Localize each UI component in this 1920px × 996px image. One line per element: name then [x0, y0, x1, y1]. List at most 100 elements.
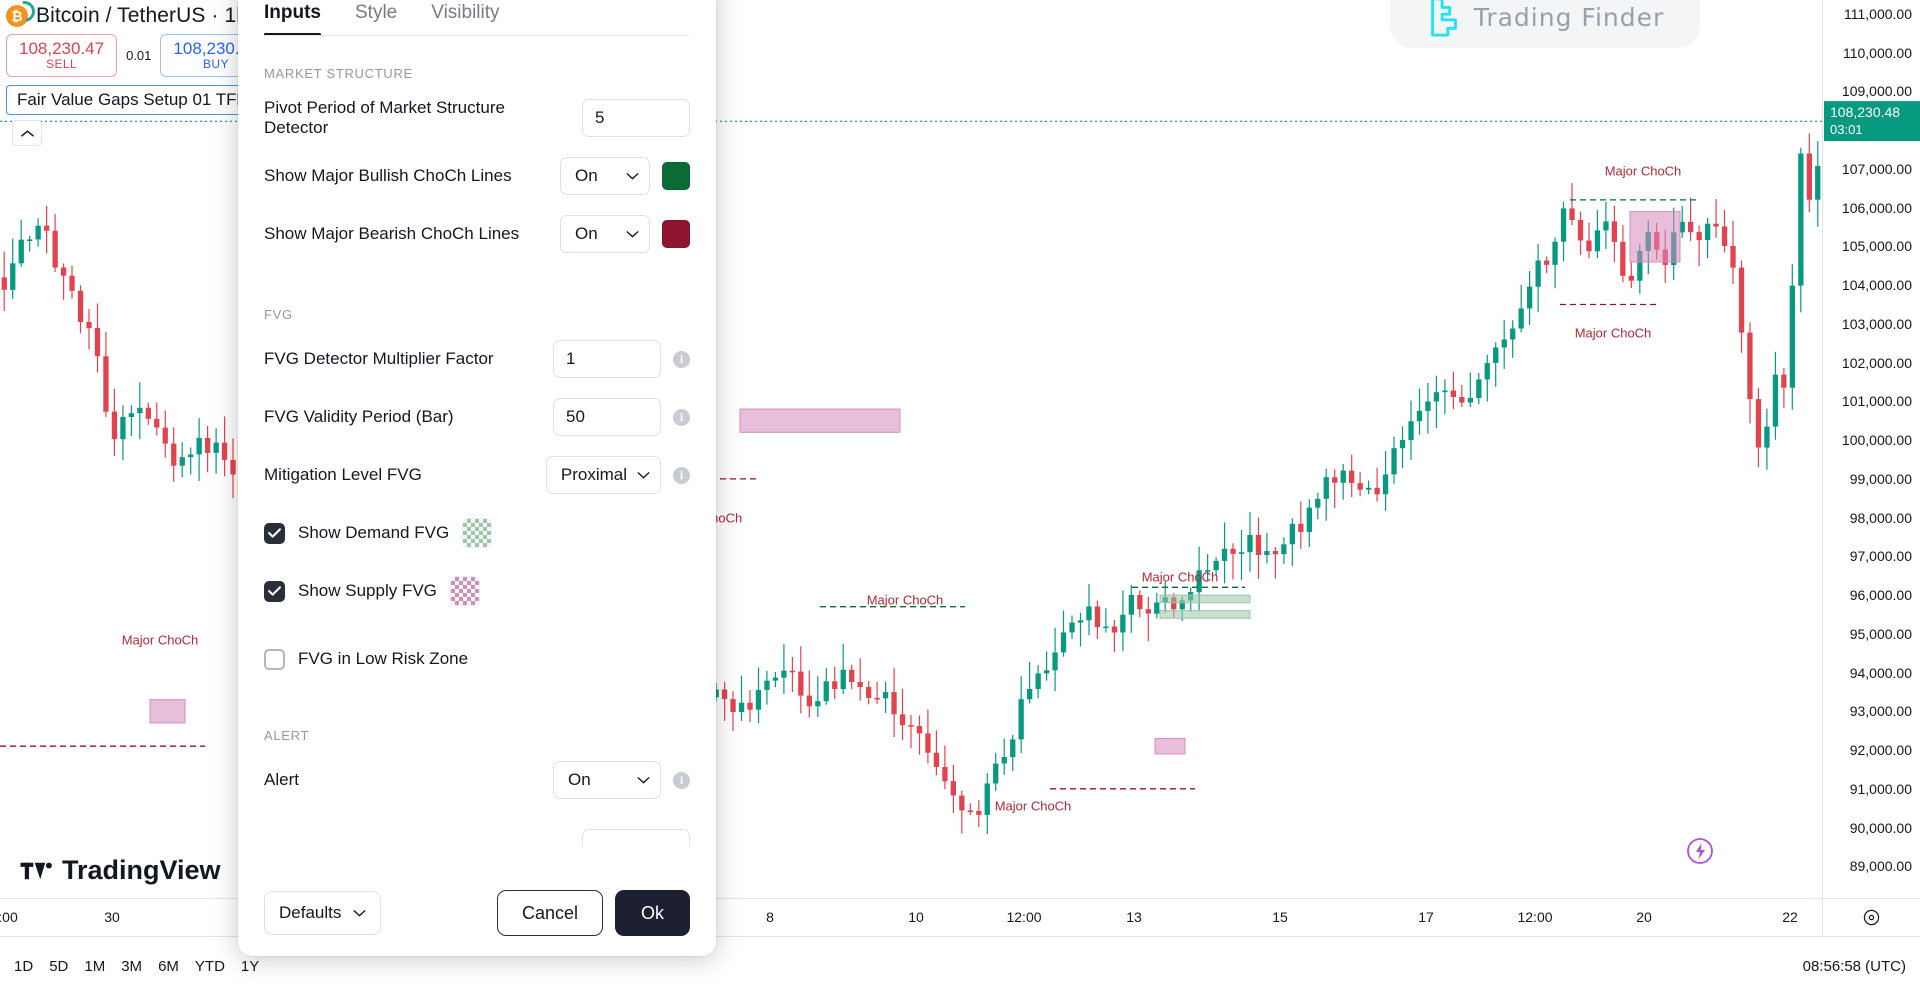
trading-finder-logo-icon	[1426, 0, 1462, 37]
field-fvg-validity[interactable]: FVG Validity Period (Bar) i	[264, 388, 690, 446]
dialog-action-buttons[interactable]: Cancel Ok	[497, 890, 690, 936]
chevron-down-icon	[353, 909, 366, 917]
bearish-choch-select[interactable]: On	[560, 215, 650, 253]
fvg-multiplier-input[interactable]	[553, 340, 661, 378]
choch-label: Major ChoCh	[122, 633, 199, 648]
time-tick: :00	[0, 909, 18, 925]
fvg-low-risk-checkbox[interactable]	[264, 649, 285, 670]
info-icon[interactable]: i	[673, 409, 690, 426]
sell-button[interactable]: 108,230.47 SELL	[6, 34, 117, 77]
mitigation-select[interactable]: Proximal	[546, 456, 661, 494]
bullish-choch-color-swatch[interactable]	[662, 162, 690, 190]
info-icon[interactable]: i	[673, 467, 690, 484]
bearish-choch-color-swatch[interactable]	[662, 220, 690, 248]
price-tick: 102,000.00	[1842, 355, 1912, 371]
fvg-multiplier-label: FVG Detector Multiplier Factor	[264, 349, 541, 369]
show-demand-fvg-checkbox[interactable]	[264, 523, 285, 544]
section-fvg: FVG	[264, 307, 690, 322]
time-scale-settings[interactable]	[1822, 898, 1920, 936]
fvg-validity-label: FVG Validity Period (Bar)	[264, 407, 541, 427]
section-market-structure: MARKET STRUCTURE	[264, 66, 690, 81]
price-tick: 99,000.00	[1850, 471, 1912, 487]
time-tick: 20	[1636, 909, 1652, 925]
sell-price: 108,230.47	[19, 39, 104, 58]
chevron-down-icon	[637, 776, 650, 784]
dialog-tab-bar[interactable]: Inputs Style Visibility	[238, 0, 716, 36]
defaults-button[interactable]: Defaults	[264, 891, 381, 935]
alert-value: On	[568, 770, 591, 790]
bitcoin-icon: ₿	[6, 5, 28, 27]
bullish-choch-select[interactable]: On	[560, 157, 650, 195]
price-tick: 93,000.00	[1850, 703, 1912, 719]
field-partial-next[interactable]	[264, 809, 690, 867]
price-tick: 100,000.00	[1842, 432, 1912, 448]
choch-label: Major ChoCh	[1142, 570, 1219, 585]
time-tick: 30	[104, 909, 120, 925]
ok-button[interactable]: Ok	[615, 890, 690, 936]
time-tick: 12:00	[1006, 909, 1041, 925]
field-pivot-period[interactable]: Pivot Period of Market Structure Detecto…	[264, 89, 690, 147]
choch-label: Major ChoCh	[995, 799, 1072, 814]
indicator-settings-dialog[interactable]: Inputs Style Visibility MARKET STRUCTURE…	[238, 0, 716, 956]
show-supply-fvg-checkbox[interactable]	[264, 581, 285, 602]
field-alert[interactable]: Alert On i	[264, 751, 690, 809]
field-bullish-choch[interactable]: Show Major Bullish ChoCh Lines On	[264, 147, 690, 205]
alert-select[interactable]: On	[553, 761, 661, 799]
field-bearish-choch[interactable]: Show Major Bearish ChoCh Lines On	[264, 205, 690, 263]
field-fvg-multiplier[interactable]: FVG Detector Multiplier Factor i	[264, 330, 690, 388]
dialog-footer[interactable]: Defaults Cancel Ok	[238, 870, 716, 956]
range-tab-3m[interactable]: 3M	[121, 958, 142, 975]
price-tick: 109,000.00	[1842, 83, 1912, 99]
price-tick: 94,000.00	[1850, 665, 1912, 681]
supply-fvg-color-swatch[interactable]	[450, 576, 480, 606]
choch-label: Major ChoCh	[1575, 326, 1652, 341]
tab-style[interactable]: Style	[355, 2, 397, 36]
show-demand-fvg-label: Show Demand FVG	[298, 523, 449, 543]
price-tick: 97,000.00	[1850, 548, 1912, 564]
current-price-time: 03:01	[1830, 122, 1914, 138]
tab-inputs[interactable]: Inputs	[264, 2, 321, 36]
range-tab-1m[interactable]: 1M	[84, 958, 105, 975]
range-tab-6m[interactable]: 6M	[158, 958, 179, 975]
choch-label: Major ChoCh	[1605, 164, 1682, 179]
time-range-tabs[interactable]: 1D 5D 1M 3M 6M YTD 1Y	[14, 958, 259, 975]
bearish-choch-value: On	[575, 224, 598, 244]
price-tick: 96,000.00	[1850, 587, 1912, 603]
range-tab-ytd[interactable]: YTD	[195, 958, 225, 975]
field-show-supply-fvg[interactable]: Show Supply FVG	[264, 562, 690, 620]
price-tick: 110,000.00	[1843, 45, 1912, 61]
range-tab-1y[interactable]: 1Y	[241, 958, 259, 975]
field-mitigation-level[interactable]: Mitigation Level FVG Proximal i	[264, 446, 690, 504]
range-tab-1d[interactable]: 1D	[14, 958, 33, 975]
collapse-legend-button[interactable]	[12, 120, 42, 146]
show-supply-fvg-label: Show Supply FVG	[298, 581, 437, 601]
price-tick: 111,000.00	[1844, 6, 1912, 22]
pivot-period-input[interactable]	[582, 99, 690, 137]
trading-finder-label: Trading Finder	[1474, 3, 1665, 32]
tab-visibility[interactable]: Visibility	[431, 2, 499, 36]
dialog-body[interactable]: MARKET STRUCTURE Pivot Period of Market …	[238, 36, 716, 870]
info-icon[interactable]: i	[673, 772, 690, 789]
demand-fvg-color-swatch[interactable]	[462, 518, 492, 548]
field-fvg-low-risk[interactable]: FVG in Low Risk Zone	[264, 630, 690, 688]
bullish-choch-label: Show Major Bullish ChoCh Lines	[264, 166, 548, 186]
range-tab-5d[interactable]: 5D	[49, 958, 68, 975]
bullish-choch-value: On	[575, 166, 598, 186]
price-tick: 105,000.00	[1842, 238, 1912, 254]
fvg-validity-input[interactable]	[553, 398, 661, 436]
app-root: Major ChoChChoChMajor ChoChMajor ChoChMa…	[0, 0, 1920, 996]
chevron-down-icon	[637, 471, 650, 479]
replay-flash-icon[interactable]	[1685, 836, 1715, 871]
info-icon[interactable]: i	[673, 351, 690, 368]
price-scale[interactable]: 111,000.00 110,000.00 109,000.00 107,000.00…	[1822, 0, 1920, 898]
field-show-demand-fvg[interactable]: Show Demand FVG	[264, 504, 690, 562]
tradingview-logo-icon	[20, 860, 54, 882]
price-tick: 103,000.00	[1842, 316, 1912, 332]
price-tick: 89,000.00	[1850, 858, 1912, 874]
price-tick: 107,000.00	[1842, 161, 1912, 177]
time-tick: 12:00	[1517, 909, 1552, 925]
next-select-partial[interactable]	[582, 829, 690, 847]
cancel-button[interactable]: Cancel	[497, 890, 603, 936]
time-tick: 10	[908, 909, 924, 925]
check-icon	[268, 586, 281, 596]
